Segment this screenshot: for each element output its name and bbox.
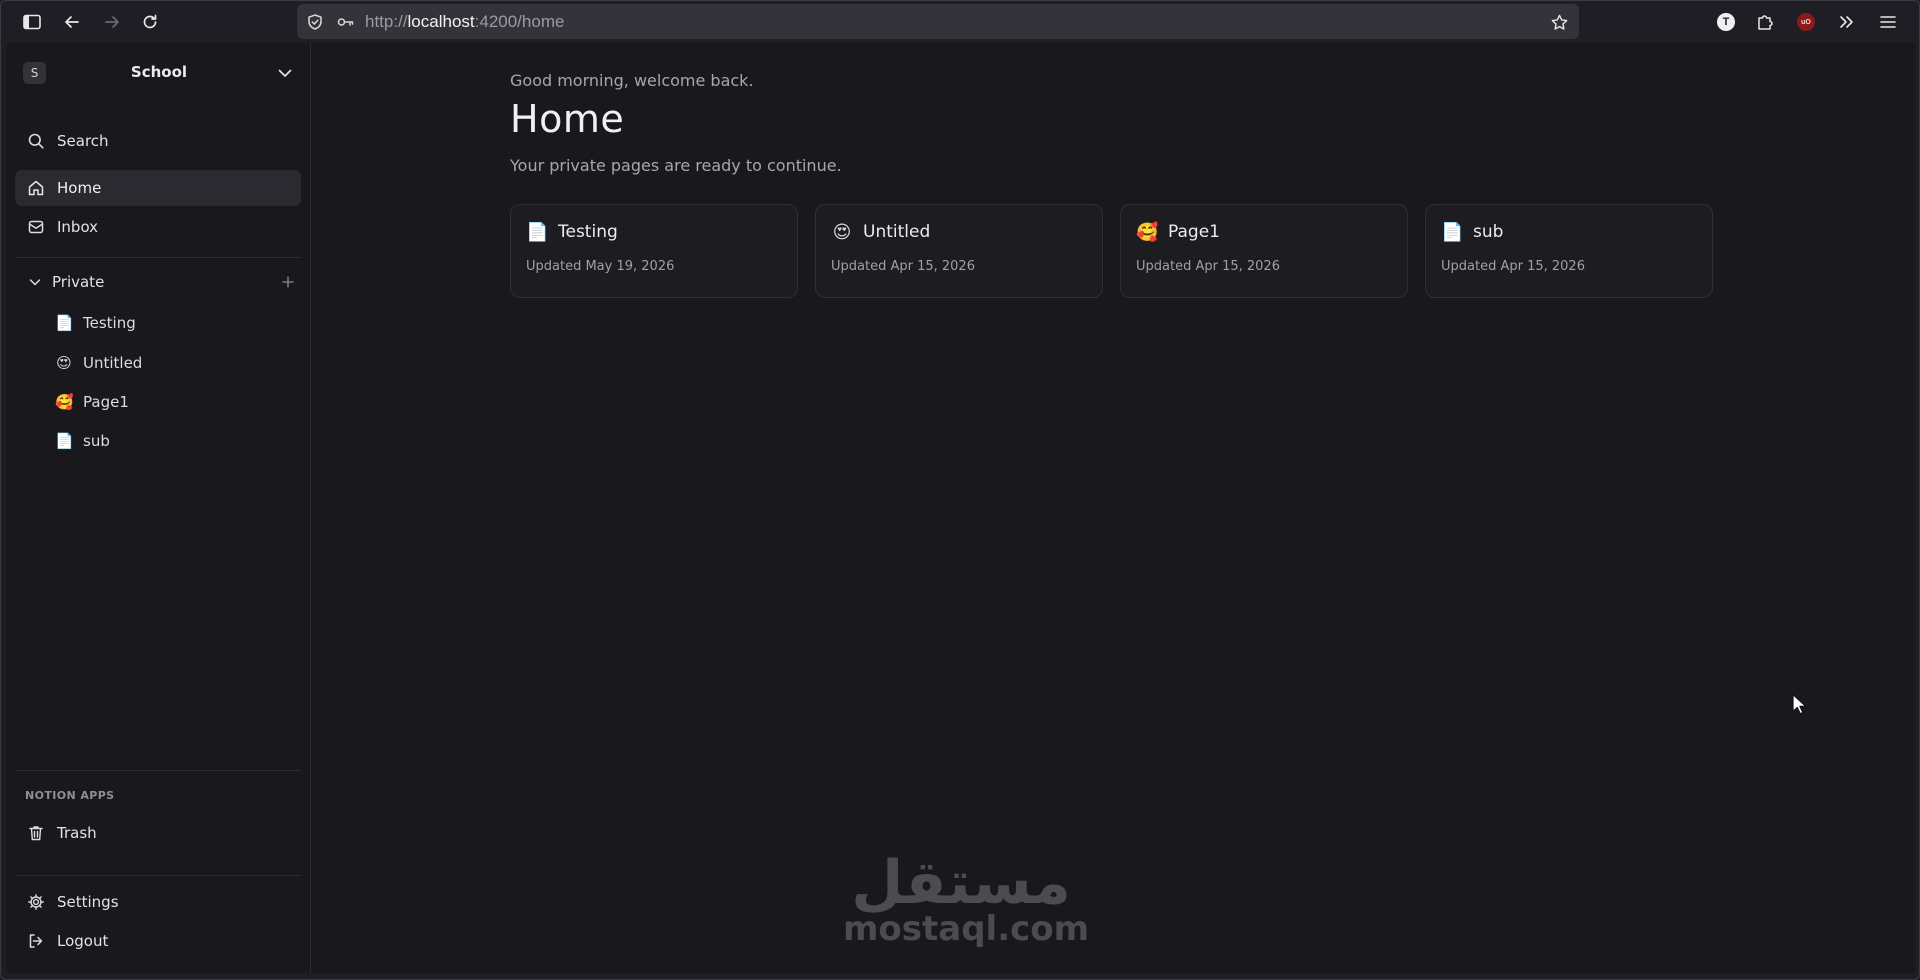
page-emoji-icon: 🥰 (1136, 222, 1159, 243)
bookmark-star-icon[interactable] (1549, 12, 1569, 32)
sidebar-page-label: Page1 (83, 393, 129, 411)
home-icon (27, 179, 45, 197)
url-text[interactable]: http://localhost:4200/home (365, 4, 564, 39)
sidebar-page-untitled[interactable]: 😍 Untitled (41, 347, 301, 379)
key-icon[interactable] (335, 12, 355, 32)
page-emoji-icon: 📄 (55, 314, 74, 332)
chevron-down-icon[interactable] (275, 63, 295, 83)
nav-trash[interactable]: Trash (15, 815, 301, 851)
page-emoji-icon: 🥰 (55, 393, 74, 411)
card-updated: Updated Apr 15, 2026 (1441, 259, 1585, 274)
hamburger-menu-icon[interactable] (1873, 7, 1903, 37)
forward-arrow-icon[interactable] (97, 7, 127, 37)
sidebar: School S Search Home Inbox Private 📄 Tes… (6, 43, 311, 973)
sidebar-divider (15, 875, 301, 876)
mouse-cursor-icon (1791, 693, 1809, 715)
inbox-icon (27, 218, 45, 236)
greeting-text: Good morning, welcome back. (510, 71, 754, 90)
sidebar-page-label: Testing (83, 314, 136, 332)
nav-home[interactable]: Home (15, 170, 301, 206)
sidebar-page-sub[interactable]: 📄 sub (41, 425, 301, 457)
apps-section-label: NOTION APPS (25, 789, 115, 802)
shield-icon[interactable] (305, 12, 325, 32)
nav-inbox-label: Inbox (57, 218, 99, 236)
page-card-page1[interactable]: 🥰 Page1 Updated Apr 15, 2026 (1120, 204, 1408, 298)
workspace-avatar: S (23, 62, 46, 84)
url-path: :4200/home (474, 12, 565, 31)
url-bar[interactable]: http://localhost:4200/home (297, 4, 1579, 39)
search-icon (27, 132, 45, 150)
nav-logout-label: Logout (57, 932, 109, 950)
nav-settings-label: Settings (57, 893, 119, 911)
chevron-down-icon[interactable] (27, 274, 43, 290)
watermark-latin: mostaql.com (843, 909, 1090, 949)
back-arrow-icon[interactable] (57, 7, 87, 37)
page-emoji-icon: 📄 (526, 222, 549, 243)
browser-toolbar: http://localhost:4200/home T uO (1, 1, 1919, 43)
reload-icon[interactable] (135, 7, 165, 37)
watermark-arabic: مستقل (851, 848, 1071, 918)
private-section-header[interactable]: Private (15, 267, 301, 297)
sidebar-page-label: Untitled (83, 354, 143, 372)
sidebar-page-testing[interactable]: 📄 Testing (41, 307, 301, 339)
sidebar-page-label: sub (83, 432, 110, 450)
ublock-extension-icon[interactable]: uO (1791, 7, 1821, 37)
card-updated: Updated May 19, 2026 (526, 259, 675, 274)
private-section-label: Private (52, 273, 105, 291)
sidebar-toggle-icon[interactable] (17, 7, 47, 37)
translate-extension-glyph: T (1717, 13, 1735, 31)
translate-extension-icon[interactable]: T (1711, 7, 1741, 37)
ublock-extension-glyph: uO (1797, 13, 1815, 31)
page-title: Home (510, 97, 625, 141)
nav-trash-label: Trash (57, 824, 97, 842)
gear-icon (27, 893, 45, 911)
page-emoji-icon: 📄 (1441, 222, 1464, 243)
nav-search[interactable]: Search (15, 123, 301, 159)
overflow-chevrons-icon[interactable] (1832, 7, 1862, 37)
page-emoji-icon: 😍 (56, 354, 72, 372)
card-title: sub (1473, 222, 1504, 242)
card-title: Testing (558, 222, 618, 242)
page-emoji-icon: 😍 (832, 222, 852, 243)
nav-settings[interactable]: Settings (15, 884, 301, 920)
page-card-sub[interactable]: 📄 sub Updated Apr 15, 2026 (1425, 204, 1713, 298)
card-title: Page1 (1168, 222, 1220, 242)
logout-icon (27, 932, 45, 950)
workspace-name: School (130, 63, 188, 81)
sidebar-divider (15, 770, 301, 771)
nav-inbox[interactable]: Inbox (15, 209, 301, 245)
card-updated: Updated Apr 15, 2026 (1136, 259, 1280, 274)
nav-home-label: Home (57, 179, 102, 197)
browser-window: http://localhost:4200/home T uO School S (0, 0, 1920, 980)
extensions-puzzle-icon[interactable] (1750, 7, 1780, 37)
add-page-plus-icon[interactable] (279, 273, 297, 291)
watermark: مستقل mostaql.com (843, 848, 1090, 949)
app-root: School S Search Home Inbox Private 📄 Tes… (6, 43, 1915, 973)
nav-logout[interactable]: Logout (15, 923, 301, 959)
page-subtitle: Your private pages are ready to continue… (510, 156, 842, 175)
sidebar-page-page1[interactable]: 🥰 Page1 (41, 386, 301, 418)
nav-search-label: Search (57, 132, 109, 150)
sidebar-divider (15, 257, 301, 258)
url-host: localhost (407, 12, 475, 31)
trash-icon (27, 824, 45, 842)
workspace-switcher[interactable]: School S (23, 57, 295, 87)
page-card-untitled[interactable]: 😍 Untitled Updated Apr 15, 2026 (815, 204, 1103, 298)
page-card-testing[interactable]: 📄 Testing Updated May 19, 2026 (510, 204, 798, 298)
card-updated: Updated Apr 15, 2026 (831, 259, 975, 274)
url-scheme: http:// (365, 12, 408, 31)
card-title: Untitled (863, 222, 931, 242)
page-emoji-icon: 📄 (55, 432, 74, 450)
